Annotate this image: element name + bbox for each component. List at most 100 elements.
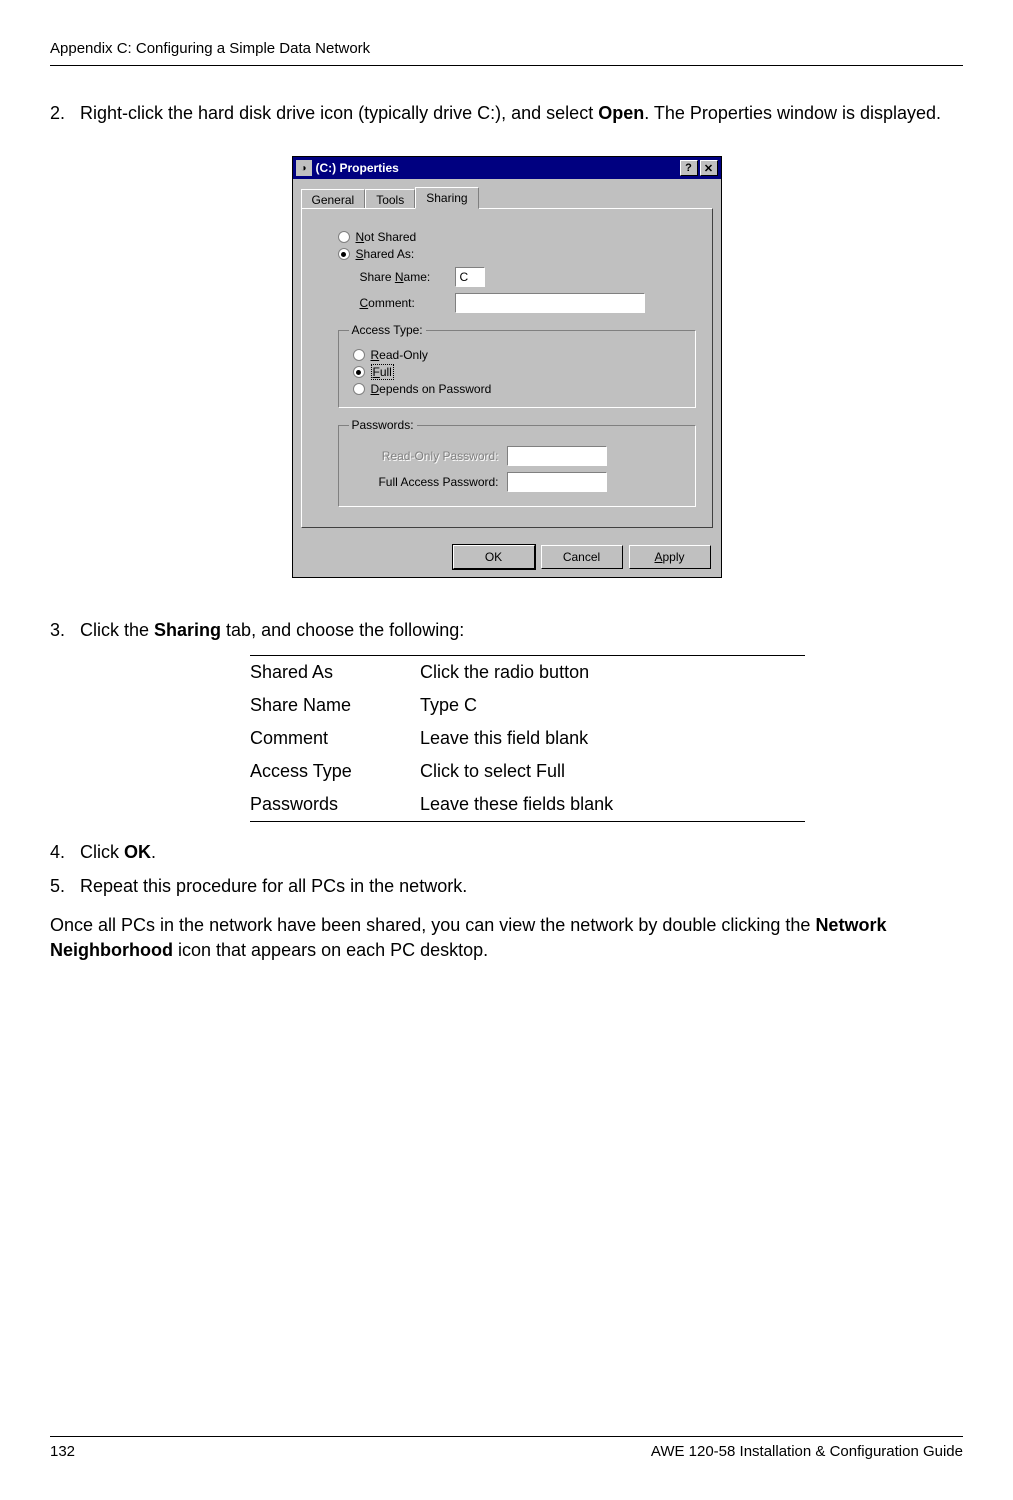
step-3-pre: Click the: [80, 620, 154, 640]
cell-v3: Leave this field blank: [420, 722, 805, 755]
readonly-password-input[interactable]: [507, 446, 607, 466]
radio-full[interactable]: [353, 366, 365, 378]
cancel-button[interactable]: Cancel: [541, 545, 623, 569]
table-row: PasswordsLeave these fields blank: [250, 788, 805, 822]
radio-readonly[interactable]: [353, 349, 365, 361]
full-password-row: Full Access Password:: [349, 472, 685, 492]
access-type-legend: Access Type:: [349, 323, 426, 337]
share-name-label: Share Name:: [360, 270, 455, 284]
step-2-text: Right-click the hard disk drive icon (ty…: [80, 101, 963, 126]
sharing-panel: Not Shared Shared As: Share Name: Commen…: [301, 208, 713, 528]
step-4-post: .: [151, 842, 156, 862]
step-2-bold: Open: [598, 103, 644, 123]
table-row: Shared AsClick the radio button: [250, 656, 805, 690]
comment-u: C: [360, 296, 369, 310]
tab-sharing[interactable]: Sharing: [415, 187, 478, 209]
label-depends-post: epends on Password: [379, 382, 491, 396]
cell-k1: Shared As: [250, 656, 420, 690]
step-5: 5. Repeat this procedure for all PCs in …: [50, 874, 963, 899]
label-depends: Depends on Password: [371, 382, 492, 396]
radio-depends-row[interactable]: Depends on Password: [353, 382, 685, 396]
radio-not-shared-row[interactable]: Not Shared: [338, 230, 696, 244]
cell-k4: Access Type: [250, 755, 420, 788]
cell-v2: Type C: [420, 689, 805, 722]
page-header: Appendix C: Configuring a Simple Data Ne…: [50, 40, 963, 57]
full-password-input[interactable]: [507, 472, 607, 492]
close-button[interactable]: ✕: [700, 160, 718, 176]
passwords-legend: Passwords:: [349, 418, 417, 432]
cell-v1: Click the radio button: [420, 656, 805, 690]
step-4-text: Click OK.: [80, 840, 963, 865]
step-4-number: 4.: [50, 840, 80, 865]
cell-k3: Comment: [250, 722, 420, 755]
step-5-text: Repeat this procedure for all PCs in the…: [80, 874, 963, 899]
page-footer: 132 AWE 120-58 Installation & Configurat…: [50, 1436, 963, 1460]
access-type-group: Access Type: Read-Only Full Depends on P…: [338, 323, 696, 408]
share-name-u: N: [395, 270, 404, 284]
radio-not-shared[interactable]: [338, 231, 350, 243]
page-number: 132: [50, 1443, 75, 1460]
step-2-number: 2.: [50, 101, 80, 126]
table-row: Share NameType C: [250, 689, 805, 722]
label-shared-as-post: hared As:: [364, 247, 415, 261]
step-2-post: . The Properties window is displayed.: [644, 103, 941, 123]
step-3-text: Click the Sharing tab, and choose the fo…: [80, 618, 963, 643]
step-3-post: tab, and choose the following:: [221, 620, 464, 640]
step-2: 2. Right-click the hard disk drive icon …: [50, 101, 963, 126]
header-divider: [50, 65, 963, 66]
step-2-pre: Right-click the hard disk drive icon (ty…: [80, 103, 598, 123]
readonly-password-label: Read-Only Password:: [349, 449, 499, 463]
apply-post: pply: [663, 550, 685, 564]
full-password-label: Full Access Password:: [349, 475, 499, 489]
properties-dialog: ◑ (C:) Properties ? ✕ General Tools Shar…: [292, 156, 722, 578]
radio-depends[interactable]: [353, 383, 365, 395]
step-3: 3. Click the Sharing tab, and choose the…: [50, 618, 963, 643]
comment-input[interactable]: [455, 293, 645, 313]
radio-shared-as[interactable]: [338, 248, 350, 260]
step-5-number: 5.: [50, 874, 80, 899]
closing-paragraph: Once all PCs in the network have been sh…: [50, 913, 963, 963]
ok-button[interactable]: OK: [453, 545, 535, 569]
cell-k5: Passwords: [250, 788, 420, 822]
share-name-post: ame:: [404, 270, 431, 284]
cell-k2: Share Name: [250, 689, 420, 722]
table-row: Access TypeClick to select Full: [250, 755, 805, 788]
label-shared-as-u: S: [356, 247, 364, 261]
footer-right: AWE 120-58 Installation & Configuration …: [651, 1443, 963, 1460]
settings-table: Shared AsClick the radio button Share Na…: [250, 655, 805, 822]
comment-row: Comment:: [360, 293, 696, 313]
cell-v5: Leave these fields blank: [420, 788, 805, 822]
comment-post: omment:: [368, 296, 415, 310]
step-3-bold: Sharing: [154, 620, 221, 640]
readonly-password-row: Read-Only Password:: [349, 446, 685, 466]
para-pre: Once all PCs in the network have been sh…: [50, 915, 815, 935]
apply-button[interactable]: Apply: [629, 545, 711, 569]
label-readonly-post: ead-Only: [379, 348, 428, 362]
label-not-shared-u: N: [356, 230, 365, 244]
label-shared-as: Shared As:: [356, 247, 415, 261]
label-depends-u: D: [371, 382, 380, 396]
dialog-buttons: OK Cancel Apply: [293, 537, 721, 577]
step-3-number: 3.: [50, 618, 80, 643]
comment-label: Comment:: [360, 296, 455, 310]
share-name-input[interactable]: [455, 267, 485, 287]
step-4-pre: Click: [80, 842, 124, 862]
apply-u: A: [654, 550, 662, 564]
label-full: Full: [371, 365, 394, 379]
help-button[interactable]: ?: [680, 160, 698, 176]
step-4: 4. Click OK.: [50, 840, 963, 865]
radio-full-row[interactable]: Full: [353, 365, 685, 379]
label-readonly-u: R: [371, 348, 380, 362]
para-post: icon that appears on each PC desktop.: [173, 940, 488, 960]
dialog-titlebar[interactable]: ◑ (C:) Properties ? ✕: [293, 157, 721, 179]
label-full-post: ull: [380, 365, 392, 379]
label-full-u: F: [373, 365, 380, 379]
radio-readonly-row[interactable]: Read-Only: [353, 348, 685, 362]
table-row: CommentLeave this field blank: [250, 722, 805, 755]
share-name-row: Share Name:: [360, 267, 696, 287]
label-readonly: Read-Only: [371, 348, 428, 362]
tab-strip: General Tools Sharing: [293, 179, 721, 209]
drive-icon: ◑: [296, 160, 312, 176]
radio-shared-as-row[interactable]: Shared As:: [338, 247, 696, 261]
label-not-shared: Not Shared: [356, 230, 417, 244]
